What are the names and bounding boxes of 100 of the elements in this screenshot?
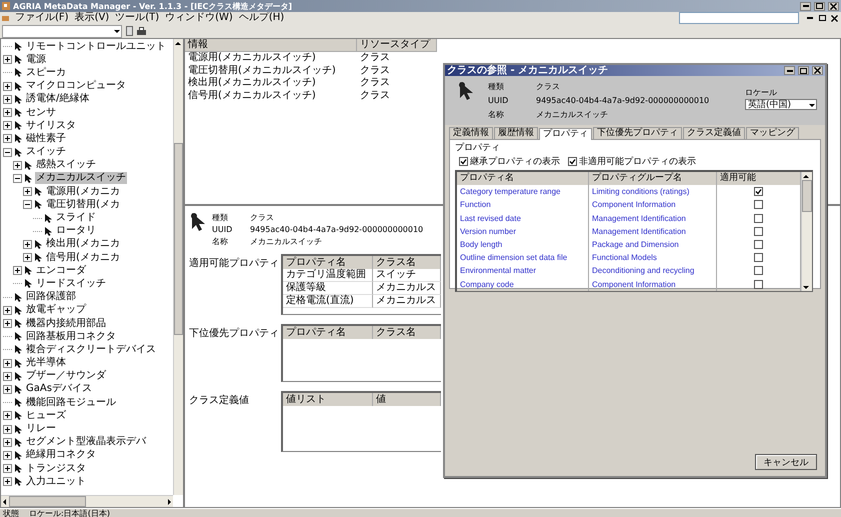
scroll-left-icon[interactable] (1, 498, 9, 506)
expand-icon[interactable] (3, 94, 12, 104)
menu-item[interactable]: 表示(V) (74, 12, 110, 24)
expand-icon[interactable] (3, 358, 12, 368)
column-header[interactable]: 情報 (185, 39, 357, 52)
expand-icon[interactable] (23, 187, 32, 196)
tree-item[interactable]: 光半導体 (25, 357, 67, 370)
page-icon[interactable] (126, 26, 133, 36)
expand-icon[interactable] (3, 108, 12, 118)
close-button[interactable] (812, 66, 823, 75)
collapse-icon[interactable] (23, 200, 32, 210)
column-header[interactable]: プロパティ名 (457, 172, 589, 186)
tab[interactable]: 定義情報 (449, 127, 493, 139)
tree-item[interactable]: センサ (25, 106, 57, 119)
tree-item[interactable]: 回路保護部 (25, 291, 77, 304)
close-button[interactable] (829, 13, 839, 23)
tree-item[interactable]: 機能回路モジュール (25, 396, 117, 409)
tree-item[interactable]: スピーカ (25, 66, 67, 79)
tree-item[interactable]: マイクロコンピュータ (25, 80, 127, 92)
column-header[interactable]: 適用可能 (717, 172, 801, 186)
maximize-button[interactable] (817, 13, 827, 23)
tree-item[interactable]: 検出用(メカニカ (45, 238, 121, 250)
expand-icon[interactable] (3, 464, 12, 474)
maximize-button[interactable] (814, 2, 825, 10)
column-header[interactable]: 値 (373, 393, 441, 406)
vertical-scrollbar[interactable] (801, 172, 812, 291)
tree-item[interactable]: リモートコントロールユニット (25, 40, 167, 53)
expand-icon[interactable] (3, 450, 12, 460)
maximize-button[interactable] (798, 66, 809, 75)
tree-item[interactable]: 電圧切替用(メカ (45, 198, 121, 211)
tab[interactable]: マッピング (746, 127, 799, 139)
expand-icon[interactable] (3, 424, 12, 434)
collapse-icon[interactable] (13, 174, 22, 183)
tree-item[interactable]: 複合ディスクリートデバイス (25, 344, 157, 356)
expand-icon[interactable] (3, 121, 12, 130)
tree-item[interactable]: 磁性素子 (25, 132, 67, 145)
tree-item[interactable]: 信号用(メカニカ (45, 252, 121, 264)
checkbox[interactable] (754, 187, 763, 196)
tree-item[interactable]: GaAsデバイス (25, 383, 93, 396)
tree-item[interactable]: リードスイッチ (35, 278, 107, 290)
tree-item[interactable]: 絶縁用コネクタ (25, 449, 97, 462)
expand-icon[interactable] (3, 384, 12, 394)
checkbox[interactable] (754, 266, 763, 276)
printer-icon[interactable] (137, 27, 146, 35)
menu-item[interactable]: ウィンドウ(W) (165, 12, 233, 24)
tree-item[interactable]: 感熱スイッチ (35, 159, 97, 172)
menu-item[interactable]: ツール(T) (115, 12, 160, 24)
column-header[interactable]: プロパティ名 (283, 326, 373, 339)
tree-item[interactable]: 誘電体/絶縁体 (25, 93, 90, 106)
column-header[interactable]: クラス名 (373, 256, 441, 269)
expand-icon[interactable] (23, 240, 32, 249)
checkbox[interactable] (754, 253, 763, 262)
menu-item[interactable]: ファイル(F) (15, 12, 69, 24)
tree-item[interactable]: メカニカルスイッチ (35, 172, 127, 184)
tree-item[interactable]: ヒューズ (25, 410, 67, 422)
expand-icon[interactable] (3, 306, 12, 315)
tree-item[interactable]: 放電ギャップ (25, 304, 87, 316)
cancel-button[interactable]: キャンセル (755, 454, 817, 470)
scroll-right-icon[interactable] (165, 498, 173, 506)
expand-icon[interactable] (3, 477, 12, 486)
tree-item[interactable]: サイリスタ (25, 120, 77, 132)
expand-icon[interactable] (23, 253, 32, 262)
minimize-button[interactable] (784, 66, 795, 75)
vertical-scrollbar[interactable] (173, 39, 183, 495)
tree-item[interactable]: 電源用(メカニカ (45, 186, 121, 198)
checkbox[interactable] (459, 157, 468, 166)
tree-item[interactable]: ロータリ (55, 225, 97, 238)
expand-icon[interactable] (3, 134, 12, 144)
tree-item[interactable]: 入力ユニット (25, 476, 87, 488)
column-header[interactable]: プロパティグループ名 (589, 172, 717, 186)
checkbox[interactable] (754, 200, 763, 210)
tree-item[interactable]: エンコーダ (35, 264, 87, 277)
tab[interactable]: 下位優先プロパティ (593, 127, 682, 139)
tree-item[interactable]: 機器内接続用部品 (25, 318, 107, 330)
collapse-icon[interactable] (3, 148, 12, 157)
tab[interactable]: 履歴情報 (494, 127, 538, 139)
checkbox[interactable] (568, 157, 577, 166)
minimize-button[interactable] (800, 2, 811, 10)
horizontal-scrollbar[interactable] (1, 495, 173, 507)
tree-item[interactable]: トランジスタ (25, 462, 87, 475)
column-header[interactable]: 値リスト (283, 393, 373, 406)
expand-icon[interactable] (3, 319, 12, 328)
toolbar-combo[interactable] (2, 24, 122, 38)
expand-icon[interactable] (13, 266, 22, 276)
checkbox[interactable] (754, 280, 763, 289)
checkbox[interactable] (754, 214, 763, 223)
expand-icon[interactable] (3, 411, 12, 420)
tree-item[interactable]: スライド (55, 212, 97, 224)
expand-icon[interactable] (3, 55, 12, 64)
expand-icon[interactable] (3, 82, 12, 91)
expand-icon[interactable] (13, 160, 22, 170)
checkbox[interactable] (754, 240, 763, 250)
tree-item[interactable]: スイッチ (25, 146, 67, 158)
column-header[interactable]: クラス名 (373, 326, 441, 339)
expand-icon[interactable] (3, 372, 12, 381)
tab[interactable]: プロパティ (539, 128, 592, 140)
tree-item[interactable]: 回路基板用コネクタ (25, 330, 117, 343)
tree-item[interactable]: 電源 (25, 54, 47, 66)
tree-item[interactable]: セグメント型液晶表示デバ (25, 436, 147, 448)
tab[interactable]: クラス定義値 (683, 127, 745, 139)
